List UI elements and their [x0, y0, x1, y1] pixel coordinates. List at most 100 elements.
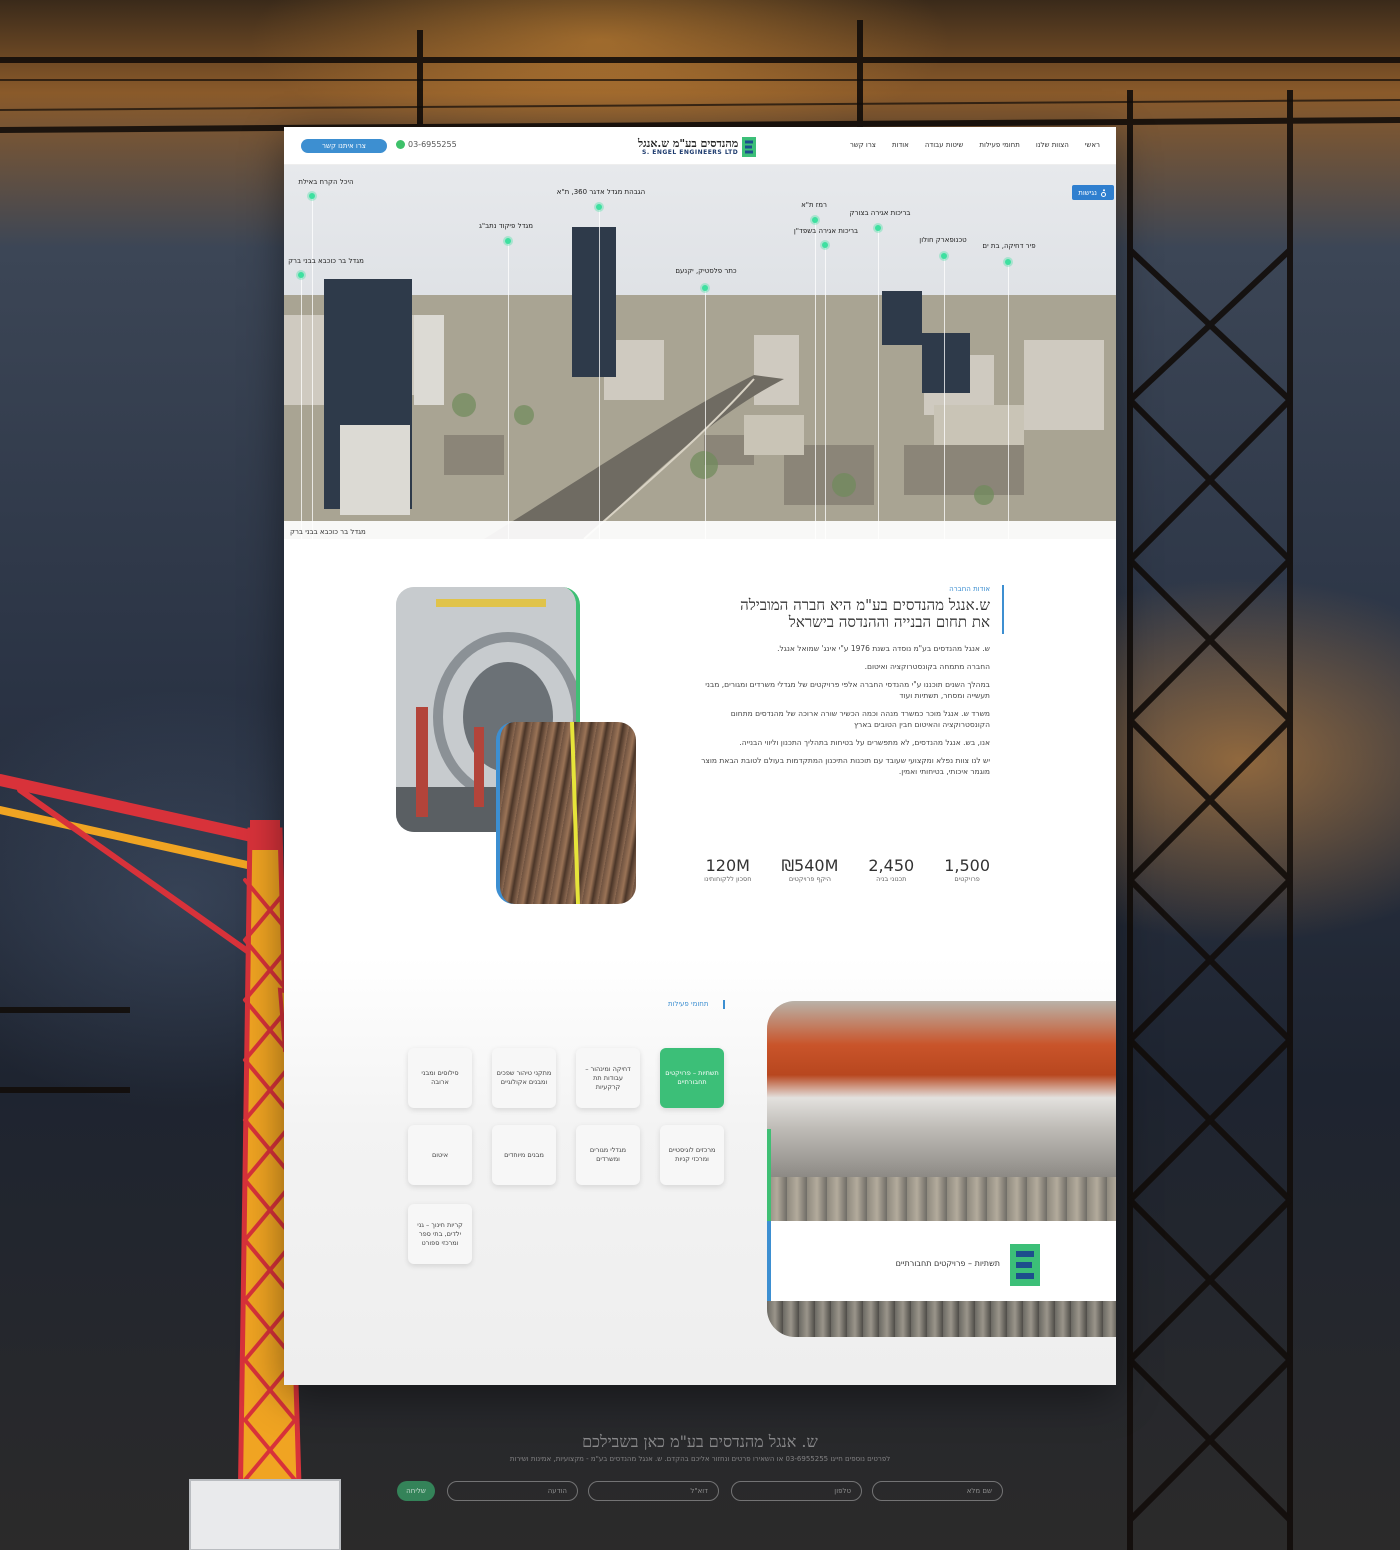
- activity-tile-waterproofing[interactable]: איטום: [408, 1125, 472, 1185]
- full-name-field[interactable]: שם מלא: [872, 1481, 1003, 1501]
- menu-item-methods[interactable]: שיטות עבודה: [925, 141, 964, 149]
- about-section: אודות החברה ש.אנגל מהנדסים בע"מ היא חברה…: [690, 585, 990, 784]
- logo-mark-icon: [742, 137, 757, 157]
- pin-marker[interactable]: [875, 225, 881, 231]
- pin-line: [825, 245, 826, 539]
- pin-line: [944, 256, 945, 539]
- pin-label[interactable]: הגבהת מגדל אדגר 360, ת"א: [557, 188, 645, 196]
- pin-line: [599, 207, 600, 539]
- pin-label[interactable]: היכל הקרח באילת: [298, 178, 353, 186]
- email-field[interactable]: דוא"ל: [588, 1481, 719, 1501]
- pin-label[interactable]: טכנופארק חולון: [919, 236, 966, 244]
- hero-strip-label: מגדל בר כוכבא בבני ברק: [290, 528, 366, 536]
- activity-tile-tunneling[interactable]: דחיקה ומינהור – עבודות תת קרקעיות: [576, 1048, 640, 1108]
- stat-number: ₪540M: [781, 856, 839, 875]
- about-title-line2: את תחום הבנייה וההנדסה בישראל: [788, 613, 990, 631]
- about-paragraph: משרד ש. אנגל מוכר כמשרד מנהה וכמה הכשיר …: [730, 709, 990, 729]
- pin-label[interactable]: רמז ת"א: [801, 201, 827, 209]
- construction-photo: [767, 1177, 1116, 1221]
- stat-projects: 1,500 פרויקטים: [944, 856, 990, 884]
- pin-marker[interactable]: [702, 285, 708, 291]
- menu-item-about[interactable]: אודות: [892, 141, 909, 149]
- activity-tile-education[interactable]: קריות חינוך – גני ילדים, בתי ספר ומרכזי …: [408, 1204, 472, 1264]
- whatsapp-icon: [396, 140, 405, 149]
- menu-item-activity[interactable]: תחומי פעילות: [979, 141, 1019, 149]
- stat-label: חסכון ללקוחותינו: [704, 875, 752, 883]
- activity-tile-treatment-plants[interactable]: מתקני טיהור שפכים ומבנים אקולוגיים: [492, 1048, 556, 1108]
- company-logo[interactable]: מהנדסים בע"מ ש.אנגל S. ENGEL ENGINEERS L…: [638, 135, 762, 159]
- accessibility-button[interactable]: נגישות: [1072, 185, 1114, 200]
- rebar-photo: [496, 722, 636, 904]
- pin-line: [508, 241, 509, 539]
- showcase-title: תשתיות – פרויקטים תחבורתיים: [895, 1259, 1000, 1268]
- pin-line: [312, 196, 313, 539]
- about-paragraph: יש לנו צוות נפלא ומקצועי שעובד עם תוכנות…: [701, 756, 990, 776]
- pin-label[interactable]: מגדל בר כוכבא בבני ברק: [288, 257, 364, 265]
- pin-marker[interactable]: [941, 253, 947, 259]
- cta-title: ש. אנגל מהנדסים בע"מ כאן בשבילכם: [0, 1432, 1400, 1452]
- menu-item-contact[interactable]: צרו קשר: [850, 141, 876, 149]
- about-accent-bar: [1002, 585, 1004, 634]
- activity-showcase[interactable]: תשתיות – פרויקטים תחבורתיים: [767, 1001, 1116, 1337]
- menu-item-home[interactable]: ראשי: [1085, 141, 1100, 149]
- about-paragraph: אנו, בש. אנגל מהנדסים, לא מתפשרים על בטי…: [739, 738, 990, 747]
- logo-english: S. ENGEL ENGINEERS LTD: [642, 149, 739, 156]
- main-menu: ראשי הצוות שלנו תחומי פעילות שיטות עבודה…: [850, 141, 1100, 149]
- pin-line: [878, 228, 879, 539]
- activity-tile-infrastructure[interactable]: תשתיות – פרויקטים תחבורתיים: [660, 1048, 724, 1108]
- hero-bottom-strip: [284, 521, 1116, 539]
- pin-label[interactable]: בריכות אגירה בצורק: [850, 209, 911, 217]
- message-field[interactable]: הודעה: [447, 1481, 578, 1501]
- full-name-placeholder: שם מלא: [966, 1487, 992, 1495]
- phone-link[interactable]: 03-6955255: [396, 140, 457, 149]
- about-title: ש.אנגל מהנדסים בע"מ היא חברה המובילה את …: [690, 597, 990, 631]
- pin-label[interactable]: פיר דחיקה, בת ים: [982, 242, 1035, 250]
- about-paragraph: החברה מתמחה בקונסטרוקציה ואיטום.: [864, 662, 990, 671]
- activity-tile-logistics[interactable]: מרכזים לוגיסטיים ומרכזי קניות: [660, 1125, 724, 1185]
- activity-tag: תחומי פעילות: [668, 1000, 709, 1008]
- pin-marker[interactable]: [298, 272, 304, 278]
- send-button[interactable]: שליחה: [397, 1481, 435, 1501]
- activity-tile-special-structures[interactable]: מבנים מיוחדים: [492, 1125, 556, 1185]
- pin-label[interactable]: כתר פלסטיק, יקנעם: [675, 267, 736, 275]
- about-title-line1: ש.אנגל מהנדסים בע"מ היא חברה המובילה: [740, 596, 990, 614]
- pin-marker[interactable]: [596, 204, 602, 210]
- showcase-green-bar: [767, 1129, 771, 1221]
- cta-title-strong: ש.: [801, 1432, 818, 1451]
- pin-line: [1008, 262, 1009, 539]
- stat-number: 2,450: [868, 856, 915, 875]
- pin-marker[interactable]: [505, 238, 511, 244]
- contact-us-button[interactable]: צרו איתנו קשר: [301, 139, 387, 153]
- cta-title-rest: אנגל מהנדסים בע"מ כאן בשבילכם: [582, 1432, 797, 1451]
- about-paragraph: ש. אנגל מהנדסים בע"מ נוסדה בשנת 1976 ע"י…: [777, 644, 990, 653]
- pin-marker[interactable]: [1005, 259, 1011, 265]
- pin-label[interactable]: מגדל פיקוד נתב"ג: [479, 222, 533, 230]
- phone-field[interactable]: טלפון: [731, 1481, 862, 1501]
- stats-row: 1,500 פרויקטים 2,450 תכנוני בניה ₪540M ה…: [704, 856, 990, 884]
- stat-number: 1,500: [944, 856, 990, 875]
- pin-marker[interactable]: [309, 193, 315, 199]
- stat-building-plans: 2,450 תכנוני בניה: [868, 856, 915, 884]
- showcase-caption-card: תשתיות – פרויקטים תחבורתיים: [767, 1129, 1116, 1307]
- about-tag: אודות החברה: [949, 585, 990, 593]
- top-navbar: צרו איתנו קשר 03-6955255 מהנדסים בע"מ ש.…: [284, 127, 1116, 165]
- activity-tile-silos[interactable]: סילוסים ומבני ארובה: [408, 1048, 472, 1108]
- pin-label[interactable]: בריכות אגירה בשפד"ן: [794, 227, 858, 235]
- pin-marker[interactable]: [812, 217, 818, 223]
- pin-marker[interactable]: [822, 242, 828, 248]
- cta-subtitle: לפרטים נוספים חייגו 03-6955255 או השאירו…: [509, 1455, 891, 1463]
- stat-label: פרויקטים: [954, 875, 980, 883]
- stat-project-volume: ₪540M היקף פרויקטים: [781, 856, 839, 884]
- menu-item-team[interactable]: הצוות שלנו: [1036, 141, 1069, 149]
- works-photo: [767, 1301, 1116, 1337]
- rebar-illustration: [570, 722, 580, 904]
- station-photo: [767, 1001, 1116, 1177]
- stat-label: תכנוני בניה: [876, 875, 907, 883]
- email-placeholder: דוא"ל: [690, 1487, 708, 1495]
- stat-label: היקף פרויקטים: [788, 875, 831, 883]
- logo-hebrew: מהנדסים בע"מ ש.אנגל: [638, 138, 738, 149]
- phone-placeholder: טלפון: [834, 1487, 851, 1495]
- activity-tile-towers[interactable]: מגדלי מגורים ומשרדים: [576, 1125, 640, 1185]
- about-paragraph: במהלך השנים תוכננו ע"י מהנדסי החברה אלפי…: [705, 680, 990, 700]
- message-placeholder: הודעה: [547, 1487, 567, 1495]
